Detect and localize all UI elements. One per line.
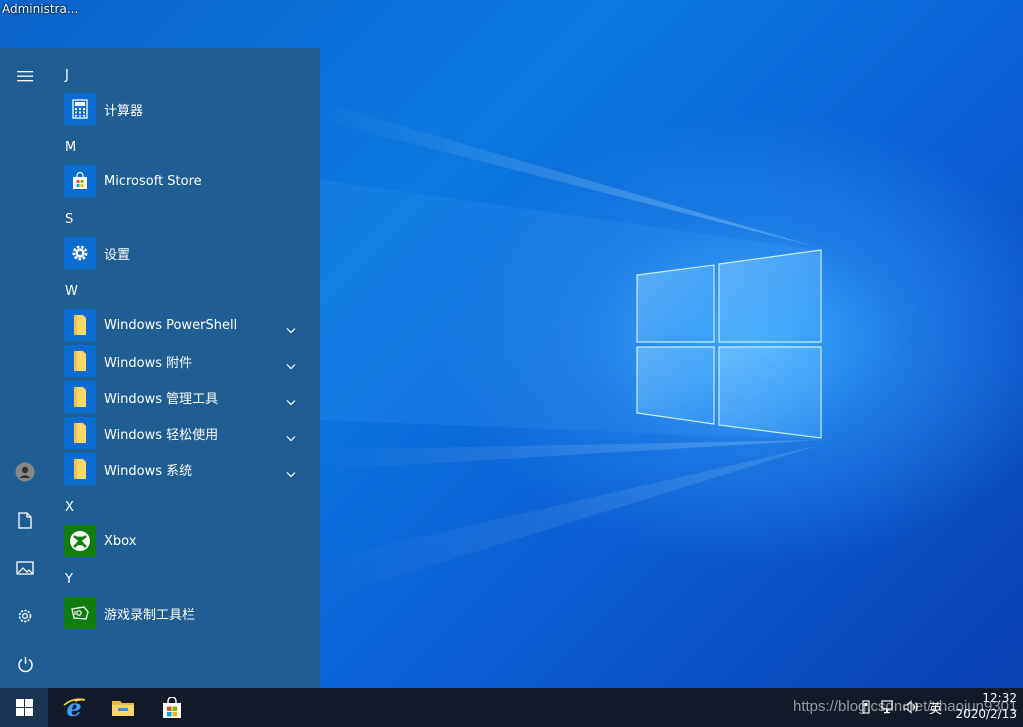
- group-header-s[interactable]: S: [65, 212, 73, 227]
- start-menu-rail: [0, 48, 50, 688]
- app-label: 游戏录制工具栏: [104, 607, 196, 623]
- chevron-down-icon[interactable]: [286, 391, 296, 410]
- watermark-text: https://blog.csdn.net/zhaojun9301: [793, 698, 1018, 715]
- calculator-icon: [64, 93, 96, 125]
- chevron-down-icon[interactable]: [286, 319, 296, 338]
- app-label: 设置: [104, 247, 131, 263]
- app-label: Windows PowerShell: [104, 317, 238, 333]
- group-header-y[interactable]: Y: [65, 572, 73, 587]
- app-label: Windows 管理工具: [104, 391, 219, 407]
- chevron-down-icon[interactable]: [286, 463, 296, 482]
- microsoft-store-icon[interactable]: [148, 688, 196, 727]
- folder-icon: [64, 309, 96, 341]
- app-item-settings[interactable]: 设置: [64, 237, 310, 269]
- app-item-calculator[interactable]: 计算器: [64, 93, 310, 125]
- app-label: Microsoft Store: [104, 173, 202, 189]
- group-header-x[interactable]: X: [65, 500, 74, 515]
- app-item-game-bar[interactable]: 游戏录制工具栏: [64, 597, 310, 629]
- app-list: J 计算器 M Microsoft Store S 设置 W Windows P…: [56, 48, 320, 688]
- group-header-m[interactable]: M: [65, 140, 76, 155]
- documents-icon[interactable]: [5, 500, 45, 540]
- app-label: Windows 轻松使用: [104, 427, 219, 443]
- store-bag-icon: [64, 165, 96, 197]
- folder-icon: [64, 381, 96, 413]
- app-item-microsoft-store[interactable]: Microsoft Store: [64, 165, 310, 197]
- app-label: Windows 系统: [104, 463, 193, 479]
- settings-gear-icon[interactable]: [5, 596, 45, 636]
- internet-explorer-icon[interactable]: e: [50, 688, 98, 727]
- folder-item-windows-accessories[interactable]: Windows 附件: [64, 345, 310, 377]
- power-icon[interactable]: [5, 644, 45, 684]
- app-item-xbox[interactable]: Xbox: [64, 525, 310, 557]
- desktop-user-label[interactable]: Administra...: [2, 2, 78, 16]
- start-menu: J 计算器 M Microsoft Store S 设置 W Windows P…: [0, 48, 320, 688]
- user-avatar-icon[interactable]: [5, 452, 45, 492]
- group-header-w[interactable]: W: [65, 284, 78, 299]
- app-label: Xbox: [104, 533, 137, 549]
- chevron-down-icon[interactable]: [286, 427, 296, 446]
- game-bar-icon: [64, 597, 96, 629]
- folder-item-windows-system[interactable]: Windows 系统: [64, 453, 310, 485]
- chevron-down-icon[interactable]: [286, 355, 296, 374]
- folder-item-windows-powershell[interactable]: Windows PowerShell: [64, 309, 310, 341]
- gear-icon: [64, 237, 96, 269]
- file-explorer-icon[interactable]: [99, 688, 147, 727]
- hamburger-menu-icon[interactable]: [5, 56, 45, 96]
- start-windows-icon[interactable]: [0, 688, 48, 727]
- xbox-icon: [64, 525, 96, 557]
- folder-icon: [64, 345, 96, 377]
- folder-item-windows-ease-of-access[interactable]: Windows 轻松使用: [64, 417, 310, 449]
- pictures-icon[interactable]: [5, 548, 45, 588]
- folder-item-windows-admin-tools[interactable]: Windows 管理工具: [64, 381, 310, 413]
- group-header-j[interactable]: J: [65, 68, 69, 83]
- app-label: Windows 附件: [104, 355, 193, 371]
- folder-icon: [64, 417, 96, 449]
- folder-icon: [64, 453, 96, 485]
- app-label: 计算器: [104, 103, 144, 119]
